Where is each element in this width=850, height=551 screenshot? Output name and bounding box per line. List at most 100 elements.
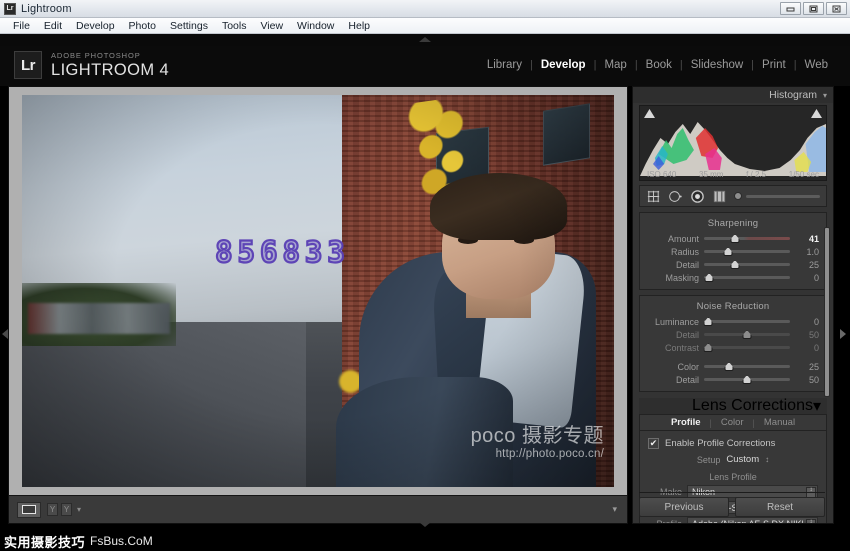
module-print[interactable]: Print — [754, 59, 794, 71]
slider-value[interactable]: 50 — [795, 375, 819, 385]
lens-corrections-header[interactable]: Lens Corrections ▾ — [639, 396, 827, 416]
close-button[interactable] — [826, 2, 847, 15]
identity-plate-header: Lr ADOBE PHOTOSHOP LIGHTROOM 4 Library |… — [0, 46, 850, 86]
slider-row-masking[interactable]: Masking 0 — [640, 271, 826, 284]
slider-value[interactable]: 0 — [795, 343, 819, 353]
slider-track[interactable] — [703, 343, 790, 352]
right-panel-toggle-icon[interactable] — [840, 329, 846, 339]
loupe-view-icon[interactable] — [17, 501, 41, 518]
top-panel-toggle-icon[interactable] — [419, 37, 431, 42]
menu-photo[interactable]: Photo — [122, 19, 163, 33]
slider-row-luminance-detail[interactable]: Detail 50 — [640, 328, 826, 341]
module-web[interactable]: Web — [797, 59, 836, 71]
left-panel-toggle-icon[interactable] — [2, 329, 8, 339]
adjustment-brush-icon[interactable] — [734, 192, 742, 200]
slider-value[interactable]: 41 — [795, 234, 819, 244]
slider-row-amount[interactable]: Amount 41 — [640, 232, 826, 245]
histogram-graph[interactable]: ISO 640 35 mm f / 2.5 1/50 sec — [639, 105, 827, 181]
menu-help[interactable]: Help — [341, 19, 377, 33]
slider-handle[interactable] — [742, 330, 752, 339]
slider-value[interactable]: 25 — [795, 362, 819, 372]
toolbar-options-chevron-icon[interactable]: ▾ — [612, 504, 617, 515]
histogram-exif: ISO 640 35 mm f / 2.5 1/50 sec — [640, 170, 826, 179]
slider-track[interactable] — [703, 317, 790, 326]
window-title: Lightroom — [21, 2, 72, 15]
red-eye-icon[interactable] — [690, 189, 705, 204]
profile-stepper-icon[interactable]: ↕ — [806, 519, 816, 523]
lens-profile-profile-row[interactable]: Profile Adobe (Nikon AF-S DX NIKKO... ↕ — [640, 517, 826, 524]
previous-button[interactable]: Previous — [639, 497, 729, 517]
menu-tools[interactable]: Tools — [215, 19, 254, 33]
module-book[interactable]: Book — [638, 59, 680, 71]
slider-handle[interactable] — [703, 343, 713, 352]
module-library[interactable]: Library — [479, 59, 530, 71]
slider-handle[interactable] — [703, 317, 713, 326]
setup-stepper-icon[interactable]: ↕ — [765, 455, 769, 464]
histogram-panel-header[interactable]: Histogram ▾ — [633, 87, 833, 103]
menu-file[interactable]: File — [6, 19, 37, 33]
slider-label: Detail — [675, 374, 699, 385]
flag-right-icon[interactable]: Y — [61, 503, 72, 516]
profile-value: Adobe (Nikon AF-S DX NIKKO... — [692, 518, 803, 524]
enable-profile-corrections-checkbox[interactable]: ✔ — [648, 438, 659, 449]
slider-handle[interactable] — [742, 375, 752, 384]
slider-row-luminance[interactable]: Luminance 0 — [640, 315, 826, 328]
slider-value[interactable]: 1.0 — [795, 247, 819, 257]
tab-manual[interactable]: Manual — [764, 417, 795, 428]
slider-track[interactable] — [704, 330, 790, 339]
reset-button[interactable]: Reset — [735, 497, 825, 517]
module-develop[interactable]: Develop — [533, 59, 594, 71]
image-stage[interactable]: 856833 poco 摄影专题 http://photo.poco.cn/ — [9, 87, 627, 495]
chevron-down-icon[interactable]: ▾ — [823, 91, 827, 100]
crop-overlay-icon[interactable] — [646, 189, 661, 204]
right-panel-scrollbar[interactable] — [824, 227, 830, 397]
spot-removal-icon[interactable] — [668, 189, 683, 204]
profile-select[interactable]: Adobe (Nikon AF-S DX NIKKO... ↕ — [687, 517, 818, 524]
setup-value[interactable]: Custom — [726, 454, 759, 465]
slider-value[interactable]: 25 — [795, 260, 819, 270]
slider-track[interactable] — [704, 273, 790, 282]
slider-row-luminance-contrast[interactable]: Contrast 0 — [640, 341, 826, 354]
minimize-button[interactable] — [780, 2, 801, 15]
slider-track[interactable] — [704, 375, 790, 384]
setup-row[interactable]: Setup Custom ↕ — [640, 452, 826, 469]
enable-profile-corrections-row[interactable]: ✔ Enable Profile Corrections — [640, 436, 826, 452]
enable-profile-corrections-label: Enable Profile Corrections — [665, 438, 776, 449]
slider-value[interactable]: 50 — [795, 330, 819, 340]
slider-handle[interactable] — [723, 247, 733, 256]
menu-window[interactable]: Window — [290, 19, 341, 33]
flag-filter-group[interactable]: Y Y — [47, 503, 72, 516]
slider-track[interactable] — [704, 362, 790, 371]
slider-value[interactable]: 0 — [795, 273, 819, 283]
filmstrip-toggle-icon[interactable] — [419, 522, 431, 527]
graduated-filter-icon[interactable] — [712, 189, 727, 204]
slider-track[interactable] — [704, 260, 790, 269]
slider-track[interactable] — [704, 234, 790, 243]
photo-preview[interactable]: 856833 poco 摄影专题 http://photo.poco.cn/ — [22, 95, 614, 487]
slider-row-detail[interactable]: Detail 25 — [640, 258, 826, 271]
maximize-button[interactable] — [803, 2, 824, 15]
toolbar-chevron-down-icon[interactable]: ▾ — [77, 505, 81, 514]
module-slideshow[interactable]: Slideshow — [683, 59, 751, 71]
tab-separator: | — [709, 417, 712, 428]
slider-value[interactable]: 0 — [795, 317, 819, 327]
brush-size-slider[interactable] — [746, 194, 820, 198]
slider-row-color[interactable]: Color 25 — [640, 360, 826, 373]
tab-profile[interactable]: Profile — [671, 417, 701, 428]
module-map[interactable]: Map — [596, 59, 634, 71]
top-panel-bar[interactable] — [0, 34, 850, 46]
slider-handle[interactable] — [724, 362, 734, 371]
menu-settings[interactable]: Settings — [163, 19, 215, 33]
slider-handle[interactable] — [704, 273, 714, 282]
menu-edit[interactable]: Edit — [37, 19, 69, 33]
flag-left-icon[interactable]: Y — [47, 503, 58, 516]
menu-develop[interactable]: Develop — [69, 19, 122, 33]
slider-row-radius[interactable]: Radius 1.0 — [640, 245, 826, 258]
slider-handle[interactable] — [730, 234, 740, 243]
chevron-down-icon[interactable]: ▾ — [813, 396, 821, 416]
tab-color[interactable]: Color — [721, 417, 744, 428]
slider-track[interactable] — [704, 247, 790, 256]
menu-view[interactable]: View — [253, 19, 290, 33]
slider-row-color-detail[interactable]: Detail 50 — [640, 373, 826, 386]
slider-handle[interactable] — [730, 260, 740, 269]
